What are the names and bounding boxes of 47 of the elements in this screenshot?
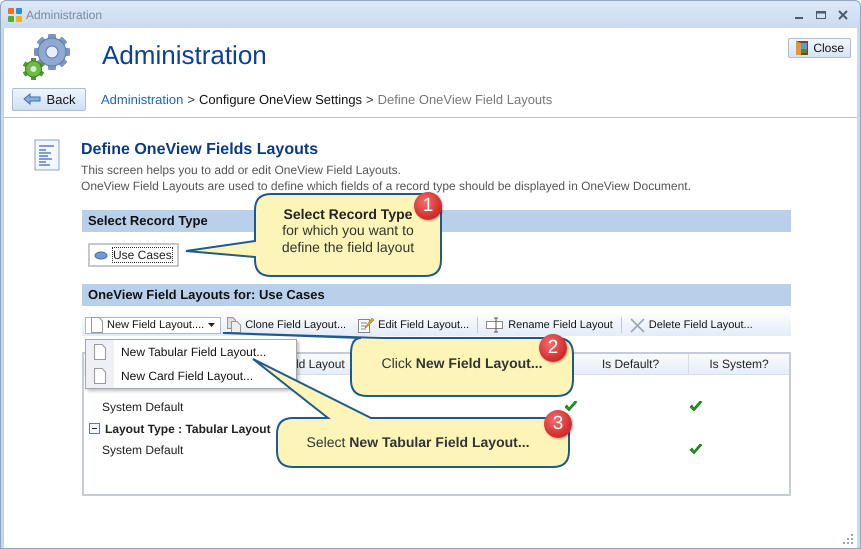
toolbar-button[interactable]: New Field Layout.... — [85, 316, 222, 334]
column-header[interactable]: Is Default? — [602, 357, 660, 371]
rename-icon — [486, 317, 504, 333]
document-icon — [34, 139, 60, 171]
menu-item[interactable]: New Card Field Layout... — [86, 364, 296, 388]
collapse-icon[interactable] — [89, 423, 100, 434]
description-text: This screen helps you to add or edit OneView Field Layouts. — [81, 162, 402, 178]
copy-icon — [227, 317, 242, 333]
document-icon — [94, 368, 106, 384]
toolbar-button[interactable]: Edit Field Layout... — [352, 316, 476, 334]
door-icon — [795, 40, 810, 56]
column-header[interactable]: ld Layout — [296, 357, 345, 371]
dropdown-caret-icon — [208, 323, 216, 327]
page-title: Administration — [102, 40, 267, 71]
radio-option[interactable]: Use Cases — [88, 243, 179, 267]
delete-icon — [630, 318, 645, 332]
radio-icon — [94, 250, 108, 260]
resize-grip-icon[interactable] — [843, 534, 853, 544]
toolbar-button[interactable]: Rename Field Layout — [480, 316, 619, 334]
maximize-icon[interactable] — [816, 10, 826, 20]
section-heading: Define OneView Fields Layouts — [81, 141, 320, 159]
gears-icon — [20, 32, 72, 82]
description-text: OneView Field Layouts are used to define which fields of a record type should be displayed in OneView Document. — [81, 178, 691, 194]
menu-item[interactable]: New Tabular Field Layout... — [86, 340, 296, 364]
section-header: OneView Field Layouts for: Use Cases — [82, 284, 791, 306]
close-icon[interactable] — [838, 10, 848, 20]
breadcrumb-item: Configure OneView Settings — [198, 92, 362, 106]
toolbar-button[interactable]: Delete Field Layout... — [624, 316, 759, 334]
breadcrumb-current: Define OneView Field Layouts — [378, 92, 552, 106]
group-header: Layout Type : Tabular Layout — [105, 422, 271, 436]
document-icon — [94, 344, 106, 360]
document-icon — [91, 317, 103, 333]
breadcrumb-separator: > — [366, 92, 374, 106]
table-cell-text: System Default — [101, 443, 184, 457]
table-cell-text: System Default — [101, 400, 184, 414]
close-button[interactable]: Close — [788, 38, 851, 58]
back-button[interactable]: Back — [12, 88, 86, 110]
breadcrumb-link[interactable]: Administration — [101, 92, 184, 106]
callout-text: Select New Tabular Field Layout... — [305, 434, 531, 451]
breadcrumb-separator: > — [187, 92, 195, 106]
column-header[interactable]: Is System? — [709, 357, 769, 371]
window-title: Administration — [26, 8, 102, 22]
left-arrow-icon — [22, 93, 41, 105]
edit-icon — [358, 317, 374, 333]
callout-title: Select Record Type — [282, 206, 414, 222]
callout-text: for which you want to define the field layout — [280, 222, 416, 256]
app-icon — [7, 6, 23, 22]
